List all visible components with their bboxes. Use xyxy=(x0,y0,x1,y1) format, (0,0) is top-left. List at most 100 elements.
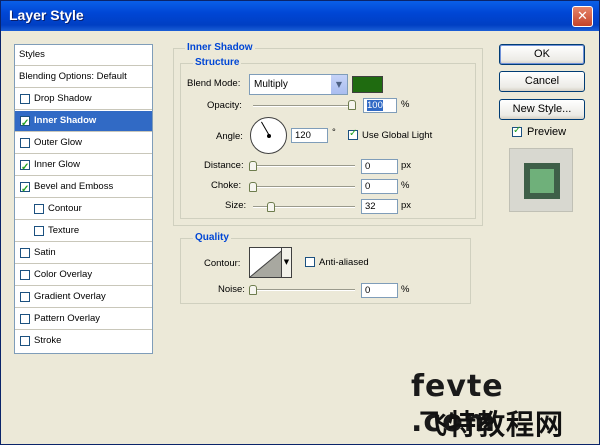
triangle-down-icon: ▼ xyxy=(283,258,290,266)
sidebar-item-gradient-overlay[interactable]: Gradient Overlay xyxy=(15,287,152,308)
close-button[interactable]: ✕ xyxy=(572,6,593,27)
choke-unit: % xyxy=(401,180,410,191)
texture-checkbox[interactable] xyxy=(34,226,44,236)
noise-unit: % xyxy=(401,284,410,295)
sidebar-item-blending-options[interactable]: Blending Options: Default xyxy=(15,67,152,88)
sidebar-item-label: Bevel and Emboss xyxy=(34,181,114,192)
preview-checkbox[interactable] xyxy=(512,125,522,137)
contour-label: Contour: xyxy=(204,258,241,269)
distance-value: 0 xyxy=(365,161,371,172)
sidebar-item-stroke[interactable]: Stroke xyxy=(15,331,152,352)
styles-header[interactable]: Styles xyxy=(15,45,152,66)
chevron-down-icon[interactable]: ▼ xyxy=(330,75,347,94)
contour-curve-icon xyxy=(250,248,285,277)
new-style-button[interactable]: New Style... xyxy=(499,99,585,120)
gradient-overlay-checkbox[interactable] xyxy=(20,292,30,302)
contour-checkbox[interactable] xyxy=(34,204,44,214)
choke-slider-track[interactable] xyxy=(253,186,355,188)
sidebar-item-label: Pattern Overlay xyxy=(34,313,100,324)
title-bar[interactable]: Layer Style ✕ xyxy=(1,1,599,31)
sidebar-item-label: Blending Options: Default xyxy=(19,71,127,82)
outer-glow-checkbox[interactable] xyxy=(20,138,30,148)
angle-unit: ° xyxy=(332,127,336,138)
blend-mode-select[interactable]: Multiply ▼ xyxy=(249,74,348,95)
sidebar-item-texture[interactable]: Texture xyxy=(15,221,152,242)
contour-dropdown[interactable]: ▼ xyxy=(281,247,292,278)
use-global-light-checkbox[interactable] xyxy=(348,128,358,140)
distance-unit: px xyxy=(401,160,412,171)
angle-label: Angle: xyxy=(216,131,243,142)
choke-field[interactable]: 0 xyxy=(361,179,398,194)
use-global-light-label: Use Global Light xyxy=(362,130,433,141)
size-value: 32 xyxy=(365,201,376,212)
noise-slider-track[interactable] xyxy=(253,289,355,291)
choke-slider-thumb[interactable] xyxy=(249,182,257,192)
angle-field[interactable]: 120 xyxy=(291,128,328,143)
distance-slider-track[interactable] xyxy=(253,165,355,167)
sidebar-item-label: Texture xyxy=(48,225,80,236)
noise-value: 0 xyxy=(365,285,371,296)
preview-label: Preview xyxy=(527,126,567,138)
choke-label: Choke: xyxy=(211,180,242,191)
blend-mode-label: Blend Mode: xyxy=(187,78,241,89)
opacity-slider-thumb[interactable] xyxy=(348,100,356,110)
sidebar-item-label: Color Overlay xyxy=(34,269,93,280)
sidebar-item-label: Drop Shadow xyxy=(34,93,92,104)
sidebar-item-satin[interactable]: Satin xyxy=(15,243,152,264)
sidebar-item-label: Inner Glow xyxy=(34,159,80,170)
ok-button[interactable]: OK xyxy=(499,44,585,65)
layer-style-dialog: Layer Style ✕ Styles Blending Options: D… xyxy=(0,0,600,445)
size-field[interactable]: 32 xyxy=(361,199,398,214)
sidebar-item-color-overlay[interactable]: Color Overlay xyxy=(15,265,152,286)
sidebar-item-label: Inner Shadow xyxy=(34,115,97,126)
choke-value: 0 xyxy=(365,181,371,192)
window-title: Layer Style xyxy=(9,7,84,23)
distance-slider-thumb[interactable] xyxy=(249,161,257,171)
sidebar-item-label: Stroke xyxy=(34,335,62,346)
satin-checkbox[interactable] xyxy=(20,248,30,258)
drop-shadow-checkbox[interactable] xyxy=(20,94,30,104)
shadow-color-swatch[interactable] xyxy=(352,76,383,93)
sidebar-item-drop-shadow[interactable]: Drop Shadow xyxy=(15,89,152,110)
opacity-unit: % xyxy=(401,99,410,110)
opacity-label: Opacity: xyxy=(207,100,242,111)
cancel-button[interactable]: Cancel xyxy=(499,71,585,92)
opacity-slider-track[interactable] xyxy=(253,105,355,107)
opacity-value: 100 xyxy=(367,100,383,111)
color-overlay-checkbox[interactable] xyxy=(20,270,30,280)
distance-label: Distance: xyxy=(204,160,244,171)
structure-title: Structure xyxy=(193,57,242,68)
size-slider-thumb[interactable] xyxy=(267,202,275,212)
styles-list: Styles Blending Options: Default Drop Sh… xyxy=(14,44,153,354)
sidebar-item-outer-glow[interactable]: Outer Glow xyxy=(15,133,152,154)
noise-field[interactable]: 0 xyxy=(361,283,398,298)
sidebar-item-inner-shadow[interactable]: Inner Shadow xyxy=(15,111,152,134)
inner-shadow-title: Inner Shadow xyxy=(185,42,255,53)
angle-dial[interactable] xyxy=(250,117,287,154)
blend-mode-value: Multiply xyxy=(254,79,288,90)
sidebar-item-pattern-overlay[interactable]: Pattern Overlay xyxy=(15,309,152,330)
styles-header-label: Styles xyxy=(19,49,45,60)
anti-aliased-label: Anti-aliased xyxy=(319,257,369,268)
distance-field[interactable]: 0 xyxy=(361,159,398,174)
stroke-checkbox[interactable] xyxy=(20,336,30,346)
inner-glow-checkbox[interactable] xyxy=(20,158,30,178)
sidebar-item-inner-glow[interactable]: Inner Glow xyxy=(15,155,152,178)
sidebar-item-label: Outer Glow xyxy=(34,137,83,148)
inner-shadow-checkbox[interactable] xyxy=(20,114,30,134)
sidebar-item-bevel-emboss[interactable]: Bevel and Emboss xyxy=(15,177,152,200)
noise-slider-thumb[interactable] xyxy=(249,285,257,295)
preview-thumbnail xyxy=(509,148,573,212)
watermark-text-cn: 飞特教程网 xyxy=(419,408,565,441)
sidebar-item-contour[interactable]: Contour xyxy=(15,199,152,220)
angle-value: 120 xyxy=(295,130,311,141)
quality-title: Quality xyxy=(193,232,231,243)
size-label: Size: xyxy=(225,200,247,211)
sidebar-item-label: Satin xyxy=(34,247,56,258)
size-unit: px xyxy=(401,200,412,211)
pattern-overlay-checkbox[interactable] xyxy=(20,314,30,324)
anti-aliased-checkbox[interactable] xyxy=(305,257,315,267)
bevel-emboss-checkbox[interactable] xyxy=(20,180,30,200)
opacity-field[interactable]: 100 xyxy=(363,98,397,113)
sidebar-item-label: Gradient Overlay xyxy=(34,291,106,302)
